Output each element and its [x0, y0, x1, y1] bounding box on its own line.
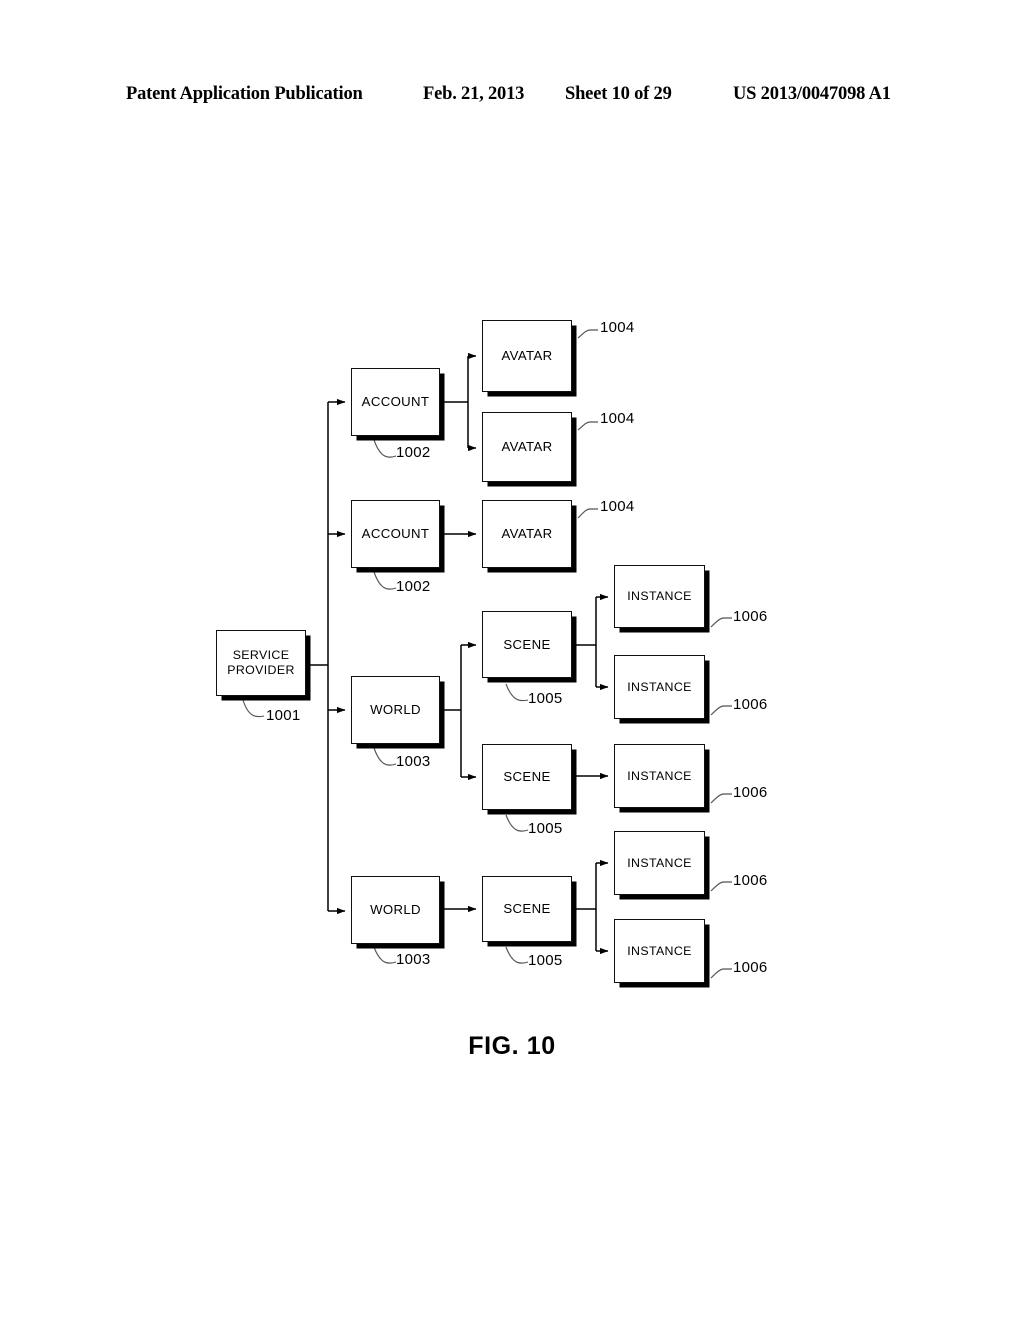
node-avatar-2-label: AVATAR	[501, 439, 553, 455]
node-instance-5[interactable]: INSTANCE	[614, 919, 705, 983]
node-account-2-label: ACCOUNT	[361, 526, 430, 542]
leader-1004-c	[577, 508, 598, 519]
figure-10-diagram: SERVICE PROVIDER ACCOUNT ACCOUNT WORLD W…	[0, 0, 1024, 1320]
leader-1004-b	[577, 421, 598, 431]
node-instance-2-label: INSTANCE	[627, 679, 692, 694]
node-instance-2[interactable]: INSTANCE	[614, 655, 705, 719]
leader-1006-c	[710, 793, 732, 804]
node-scene-2[interactable]: SCENE	[482, 744, 572, 810]
node-service-provider[interactable]: SERVICE PROVIDER	[216, 630, 306, 696]
node-avatar-3[interactable]: AVATAR	[482, 500, 572, 568]
node-world-2[interactable]: WORLD	[351, 876, 440, 944]
leader-1006-b	[710, 705, 732, 716]
reference-numeral-1005-scene-1: 1005	[528, 690, 563, 707]
reference-numeral-1003-world-2: 1003	[396, 951, 431, 968]
node-scene-1[interactable]: SCENE	[482, 611, 572, 678]
leader-1003-a	[373, 747, 397, 766]
reference-numeral-1004-avatar-1: 1004	[600, 319, 635, 336]
node-account-2[interactable]: ACCOUNT	[351, 500, 440, 568]
node-scene-1-label: SCENE	[503, 636, 551, 652]
leader-1005-c	[505, 946, 529, 964]
node-instance-5-label: INSTANCE	[627, 943, 692, 958]
node-account-1[interactable]: ACCOUNT	[351, 368, 440, 436]
node-instance-3-label: INSTANCE	[627, 768, 692, 783]
reference-numeral-1005-scene-2: 1005	[528, 820, 563, 837]
leader-1002-a	[373, 439, 397, 458]
leader-1005-b	[505, 814, 529, 832]
reference-numeral-1006-instance-2: 1006	[733, 696, 768, 713]
node-scene-3[interactable]: SCENE	[482, 876, 572, 942]
node-instance-4-label: INSTANCE	[627, 855, 692, 870]
leader-1006-d	[710, 881, 732, 892]
node-instance-3[interactable]: INSTANCE	[614, 744, 705, 808]
node-instance-4[interactable]: INSTANCE	[614, 831, 705, 895]
leader-1005-a	[505, 683, 529, 702]
reference-numeral-1004-avatar-2: 1004	[600, 410, 635, 427]
reference-numeral-1003-world-1: 1003	[396, 753, 431, 770]
reference-numeral-1006-instance-4: 1006	[733, 872, 768, 889]
reference-numeral-1006-instance-1: 1006	[733, 608, 768, 625]
node-scene-3-label: SCENE	[503, 901, 551, 917]
leader-1004-a	[577, 329, 598, 339]
leader-1006-e	[710, 968, 732, 979]
node-scene-2-label: SCENE	[503, 769, 551, 785]
node-avatar-2[interactable]: AVATAR	[482, 412, 572, 482]
node-avatar-1[interactable]: AVATAR	[482, 320, 572, 392]
node-instance-1-label: INSTANCE	[627, 589, 692, 604]
reference-numeral-1002-account-2: 1002	[396, 578, 431, 595]
node-account-1-label: ACCOUNT	[361, 394, 430, 410]
node-service-provider-label: SERVICE PROVIDER	[227, 648, 295, 677]
reference-numeral-1002-account-1: 1002	[396, 444, 431, 461]
leader-1003-b	[373, 946, 397, 964]
reference-numeral-1001: 1001	[266, 707, 301, 724]
node-world-1-label: WORLD	[370, 702, 421, 718]
node-world-1[interactable]: WORLD	[351, 676, 440, 744]
reference-numeral-1006-instance-5: 1006	[733, 959, 768, 976]
leader-1006-a	[710, 617, 732, 628]
reference-numeral-1005-scene-3: 1005	[528, 952, 563, 969]
node-world-2-label: WORLD	[370, 902, 421, 918]
reference-numeral-1004-avatar-3: 1004	[600, 498, 635, 515]
figure-caption: FIG. 10	[468, 1032, 556, 1060]
leader-1001	[242, 699, 265, 718]
node-avatar-3-label: AVATAR	[501, 526, 553, 542]
reference-numeral-1006-instance-3: 1006	[733, 784, 768, 801]
leader-1002-b	[373, 571, 397, 590]
node-instance-1[interactable]: INSTANCE	[614, 565, 705, 628]
node-avatar-1-label: AVATAR	[501, 348, 553, 364]
